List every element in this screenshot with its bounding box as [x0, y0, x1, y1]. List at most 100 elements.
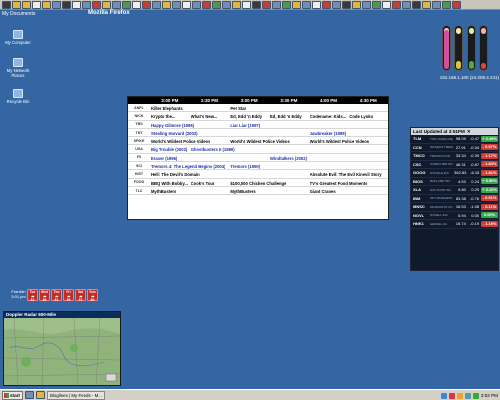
- app-icon[interactable]: [192, 0, 201, 9]
- stock-row[interactable]: CSC COMPUTER SCIENCES46.31-0.87- 1.83%: [411, 161, 498, 169]
- app-icon[interactable]: [122, 0, 131, 9]
- app-icon[interactable]: [82, 0, 91, 9]
- app-icon[interactable]: [262, 0, 271, 9]
- program-cell[interactable]: What's New...: [191, 114, 218, 119]
- fx-icon[interactable]: [62, 0, 71, 9]
- app-icon[interactable]: [382, 0, 391, 9]
- app-icon[interactable]: [452, 0, 461, 9]
- app-icon[interactable]: [292, 0, 301, 9]
- app-icon[interactable]: [132, 0, 141, 9]
- forecast-day[interactable]: Wed ☁ 58: [39, 289, 50, 302]
- forecast-day[interactable]: Fri ☁ 55: [63, 289, 74, 302]
- app-icon[interactable]: [282, 0, 291, 9]
- program-cell[interactable]: MythBusters: [151, 189, 176, 194]
- document-icon[interactable]: [32, 0, 41, 9]
- app-icon[interactable]: [362, 0, 371, 9]
- program-cell[interactable]: Eraser (1996): [151, 156, 177, 161]
- app-icon[interactable]: [172, 0, 181, 9]
- program-cell[interactable]: Code Lyoko: [349, 114, 373, 119]
- forecast-day[interactable]: Sat ☁ 57: [75, 289, 86, 302]
- program-cell[interactable]: Cook's Tour: [191, 181, 215, 186]
- program-cell[interactable]: Hell: The Devil's Domain: [151, 172, 200, 177]
- program-cell[interactable]: Krypto the...: [151, 114, 175, 119]
- app-icon[interactable]: [442, 0, 451, 9]
- program-cell[interactable]: Giant Cranes: [310, 189, 336, 194]
- app-icon[interactable]: [202, 0, 211, 9]
- forecast-day[interactable]: Tue ☁ 62: [27, 289, 38, 302]
- antivirus-icon[interactable]: [448, 392, 455, 399]
- firefox-icon[interactable]: [456, 392, 463, 399]
- network-icon[interactable]: [440, 392, 447, 399]
- app-icon[interactable]: [302, 0, 311, 9]
- program-cell[interactable]: Liar Liar (1997): [230, 123, 260, 128]
- desktop-icon[interactable]: My Computer: [0, 30, 36, 45]
- app-icon[interactable]: [232, 0, 241, 9]
- folder-icon[interactable]: [22, 0, 31, 9]
- app-icon[interactable]: [162, 0, 171, 9]
- program-cell[interactable]: BBQ With Bobby...: [151, 181, 188, 186]
- program-cell[interactable]: Tremors 4: The Legend Begins (2004): [151, 164, 225, 169]
- stock-row[interactable]: NOVL NOVELL INC 5.94 0.00 0.00%: [411, 212, 498, 220]
- app-icon[interactable]: [112, 0, 121, 9]
- program-cell[interactable]: Codename: Kids...: [310, 114, 347, 119]
- app-icon[interactable]: [102, 0, 111, 9]
- stock-row[interactable]: TMCO TRANSCO INC 33.34 -0.39- 1.17%: [411, 152, 498, 161]
- radar-widget[interactable]: Doppler Radar 600-Mile: [3, 311, 121, 386]
- app-icon[interactable]: [432, 0, 441, 9]
- stock-row[interactable]: XLA NAT FOOD INC 9.80 0.29 + 3.10%: [411, 186, 498, 195]
- program-cell[interactable]: Absolute Evil: The Evil Kinevil Story: [310, 172, 382, 177]
- app-icon[interactable]: [352, 0, 361, 9]
- program-cell[interactable]: MythBusters: [230, 189, 255, 194]
- program-cell[interactable]: Ed, Edd 'n Eddy: [270, 114, 302, 119]
- quick-launch-icon[interactable]: [36, 391, 45, 399]
- app-icon[interactable]: [322, 0, 331, 9]
- program-cell[interactable]: Ghostbusters II (1989): [191, 147, 235, 152]
- stock-row[interactable]: TLM TOM JONES MEDIA98.09-0.47+ 0.49%: [411, 135, 498, 144]
- program-cell[interactable]: Jawbreaker (1999): [310, 131, 346, 136]
- app-icon[interactable]: [272, 0, 281, 9]
- app-icon[interactable]: [222, 0, 231, 9]
- program-cell[interactable]: Ed, Edd 'n Eddy: [230, 114, 262, 119]
- program-cell[interactable]: World's Wildest Police Videos: [151, 139, 210, 144]
- app-icon[interactable]: [342, 0, 351, 9]
- program-cell[interactable]: World's Wildest Police Videos: [310, 139, 369, 144]
- document-icon[interactable]: [72, 0, 81, 9]
- program-cell[interactable]: Happy Gilmore (1996): [151, 123, 194, 128]
- program-cell[interactable]: TV's Greatest Food Moments: [310, 181, 368, 186]
- desktop-icon[interactable]: Recycle Bin: [0, 89, 36, 104]
- stock-row[interactable]: IBM INTL BUSINESS MAC83.38-0.76- 0.91%: [411, 195, 498, 203]
- program-cell[interactable]: Stealing Harvard (2002): [151, 131, 198, 136]
- stock-row[interactable]: GOOG GOOGLE INC 362.83 -6.15- 1.81%: [411, 169, 498, 178]
- close-icon[interactable]: ✕: [467, 129, 471, 135]
- drive-icon[interactable]: [52, 0, 61, 9]
- clock[interactable]: 3:02 PM: [481, 393, 498, 398]
- folder-icon[interactable]: [42, 0, 51, 9]
- app-icon[interactable]: [392, 0, 401, 9]
- app-icon[interactable]: [142, 0, 151, 9]
- program-cell[interactable]: Killer Elephants: [151, 106, 183, 111]
- stock-row[interactable]: HNK1 HENKEL AG 15.74 -0.19- 1.19%: [411, 220, 498, 229]
- app-icon[interactable]: [212, 0, 221, 9]
- program-cell[interactable]: World's Wildest Police Videos: [230, 139, 289, 144]
- app-icon[interactable]: [312, 0, 321, 9]
- stock-row[interactable]: CCN INTERACT MEDIA27.91-0.34- 0.57%: [411, 144, 498, 152]
- taskbar-task[interactable]: Bloglines | My Feeds - M...: [47, 390, 105, 400]
- app-icon[interactable]: [422, 0, 431, 9]
- program-cell[interactable]: Tremors (1990): [230, 164, 260, 169]
- forecast-day[interactable]: Sun ☁ 60: [87, 289, 98, 302]
- program-cell[interactable]: Big Trouble (2002): [151, 147, 187, 152]
- app-icon[interactable]: [92, 0, 101, 9]
- app-icon[interactable]: [372, 0, 381, 9]
- folder-icon[interactable]: [12, 0, 21, 9]
- my-documents-label[interactable]: My Documents: [2, 11, 35, 17]
- quick-launch-icon[interactable]: [25, 391, 34, 399]
- start-button[interactable]: start: [2, 390, 23, 400]
- weather-forecast[interactable]: Tue ☁ 62 Wed ☁ 58 Thu ☁ 61 Fri ☁ 55 Sat ☁ 57 Sun ☁ 60: [27, 289, 98, 302]
- forecast-day[interactable]: Thu ☁ 61: [51, 289, 62, 302]
- app-icon[interactable]: [412, 0, 421, 9]
- stock-row[interactable]: BIOS BIOS AMP INC 4.53 0.24 + 5.50%: [411, 178, 498, 186]
- app-icon[interactable]: [252, 0, 261, 9]
- security-icon[interactable]: [472, 392, 479, 399]
- app-icon[interactable]: [332, 0, 341, 9]
- volume-icon[interactable]: [464, 392, 471, 399]
